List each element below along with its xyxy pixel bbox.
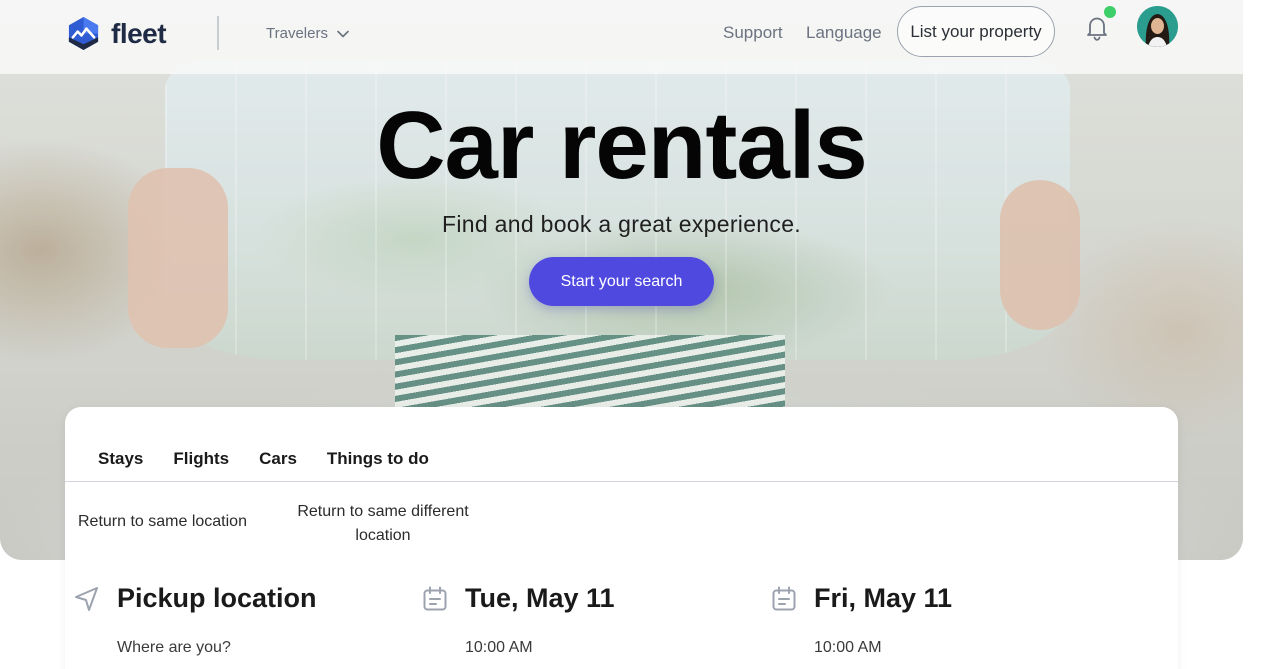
top-nav-bar: fleet Travelers Support Language List yo… <box>0 0 1243 74</box>
nav-support-link[interactable]: Support <box>723 23 783 43</box>
header-divider <box>217 16 219 50</box>
brand-logo[interactable]: fleet <box>66 16 167 51</box>
list-your-property-button[interactable]: List your property <box>897 6 1055 57</box>
tab-stays[interactable]: Stays <box>98 449 143 469</box>
fleet-logo-icon <box>68 16 99 51</box>
calendar-icon <box>423 586 447 611</box>
tab-cars[interactable]: Cars <box>259 449 297 469</box>
return-different-location-option[interactable]: Return to same different location <box>287 500 479 548</box>
dropoff-date-label: Fri, May 11 <box>814 583 953 613</box>
chevron-down-icon <box>337 30 349 37</box>
pickup-time: 10:00 AM <box>465 639 533 656</box>
page-subtitle: Find and book a great experience. <box>442 211 801 237</box>
start-search-button[interactable]: Start your search <box>529 257 714 306</box>
tab-flights[interactable]: Flights <box>173 449 229 469</box>
pickup-location-label: Pickup location <box>117 583 317 613</box>
brand-name: fleet <box>111 17 167 49</box>
tab-things-to-do[interactable]: Things to do <box>327 449 429 469</box>
search-tabs: Stays Flights Cars Things to do <box>98 449 429 469</box>
dropoff-time: 10:00 AM <box>814 639 882 656</box>
search-card: Stays Flights Cars Things to do Return t… <box>65 407 1178 669</box>
user-avatar[interactable] <box>1137 6 1178 47</box>
nav-language-link[interactable]: Language <box>806 23 882 43</box>
navigation-arrow-icon <box>75 587 98 611</box>
bell-icon[interactable] <box>1084 14 1110 42</box>
travelers-dropdown[interactable]: Travelers <box>266 25 349 42</box>
avatar-portrait <box>1137 6 1178 47</box>
return-same-location-option[interactable]: Return to same location <box>78 513 247 531</box>
pickup-location-placeholder: Where are you? <box>117 639 231 656</box>
travelers-label: Travelers <box>266 25 328 42</box>
pickup-date-label: Tue, May 11 <box>465 583 615 613</box>
notification-dot <box>1104 6 1116 18</box>
page-title: Car rentals <box>376 92 868 199</box>
tabs-divider <box>65 481 1178 482</box>
calendar-icon <box>772 586 796 611</box>
